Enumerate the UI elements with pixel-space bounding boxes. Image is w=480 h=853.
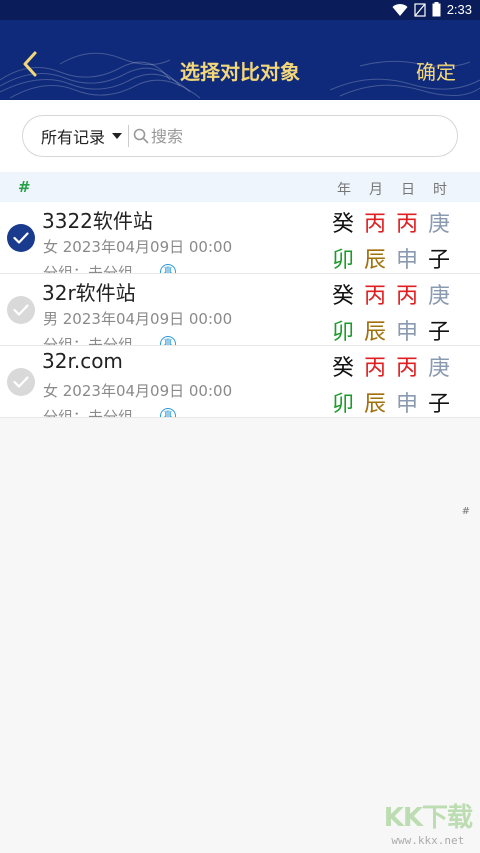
search-icon bbox=[133, 128, 149, 144]
status-time: 2:33 bbox=[446, 2, 472, 17]
hour-stem: 庚 bbox=[427, 284, 450, 309]
confirm-button[interactable]: 确定 bbox=[416, 56, 456, 85]
month-branch: 辰 bbox=[363, 320, 386, 345]
year-branch: 卯 bbox=[331, 320, 354, 345]
hour-branch: 子 bbox=[427, 320, 450, 345]
year-branch: 卯 bbox=[331, 248, 354, 273]
wifi-icon bbox=[392, 3, 408, 16]
search-field bbox=[133, 125, 457, 147]
watermark-url: www.kkx.net bbox=[391, 834, 465, 847]
true-time-badge: 真 bbox=[160, 336, 176, 345]
hour-stem: 庚 bbox=[427, 356, 450, 381]
col-hour: 时 bbox=[433, 182, 447, 198]
side-index-bar[interactable]: # bbox=[462, 506, 470, 517]
checkmark-icon bbox=[13, 376, 29, 388]
column-header: # 年 月 日 时 bbox=[0, 172, 480, 202]
app-header: 选择对比对象 确定 bbox=[0, 20, 480, 100]
list-item[interactable]: 3322软件站 女 2023年04月09日 00:00 分组：未分组 真 癸 丙… bbox=[0, 202, 480, 274]
month-branch: 辰 bbox=[363, 392, 386, 417]
record-list: 3322软件站 女 2023年04月09日 00:00 分组：未分组 真 癸 丙… bbox=[0, 202, 480, 418]
checkmark-icon bbox=[13, 232, 29, 244]
list-item[interactable]: 32r软件站 男 2023年04月09日 00:00 分组：未分组 真 癸 丙 … bbox=[0, 274, 480, 346]
search-input[interactable] bbox=[149, 125, 434, 147]
checkmark-icon bbox=[13, 304, 29, 316]
record-name: 3322软件站 bbox=[42, 209, 153, 233]
list-item[interactable]: 32r.com 女 2023年04月09日 00:00 分组：未分组 真 癸 丙… bbox=[0, 346, 480, 418]
record-meta: 女 2023年04月09日 00:00 bbox=[43, 238, 233, 256]
select-checkbox[interactable] bbox=[7, 368, 35, 396]
filter-label: 所有记录 bbox=[41, 128, 106, 147]
year-stem: 癸 bbox=[331, 284, 354, 309]
day-stem: 丙 bbox=[395, 356, 418, 381]
record-group: 分组：未分组 bbox=[43, 408, 134, 418]
search-divider bbox=[128, 125, 130, 147]
select-checkbox[interactable] bbox=[7, 224, 35, 252]
index-header: # bbox=[18, 178, 31, 196]
page-title: 选择对比对象 bbox=[180, 60, 300, 84]
day-stem: 丙 bbox=[395, 212, 418, 237]
caret-down-icon bbox=[112, 133, 123, 139]
hour-branch: 子 bbox=[427, 248, 450, 273]
battery-icon bbox=[432, 2, 441, 17]
select-checkbox[interactable] bbox=[7, 296, 35, 324]
day-branch: 申 bbox=[395, 392, 418, 417]
search-box: 所有记录 bbox=[22, 115, 458, 157]
month-branch: 辰 bbox=[363, 248, 386, 273]
status-bar: 2:33 bbox=[0, 0, 480, 20]
month-stem: 丙 bbox=[363, 212, 386, 237]
day-branch: 申 bbox=[395, 320, 418, 345]
month-stem: 丙 bbox=[363, 356, 386, 381]
col-day: 日 bbox=[401, 182, 415, 198]
no-signal-icon bbox=[414, 2, 426, 17]
record-group: 分组：未分组 bbox=[43, 336, 134, 346]
year-stem: 癸 bbox=[331, 356, 354, 381]
watermark-logo: KK下载 bbox=[383, 803, 473, 833]
day-branch: 申 bbox=[395, 248, 418, 273]
record-name: 32r.com bbox=[42, 349, 123, 373]
true-time-badge: 真 bbox=[160, 408, 176, 417]
year-branch: 卯 bbox=[331, 392, 354, 417]
record-group: 分组：未分组 bbox=[43, 264, 134, 274]
true-time-badge: 真 bbox=[160, 264, 176, 273]
record-meta: 男 2023年04月09日 00:00 bbox=[43, 310, 233, 328]
status-icons: 2:33 bbox=[392, 2, 472, 17]
day-stem: 丙 bbox=[395, 284, 418, 309]
watermark: KK下载 www.kkx.net bbox=[383, 797, 473, 847]
record-name: 32r软件站 bbox=[42, 281, 136, 305]
col-year: 年 bbox=[337, 182, 351, 198]
search-section: 所有记录 bbox=[0, 100, 480, 172]
col-month: 月 bbox=[369, 182, 383, 198]
month-stem: 丙 bbox=[363, 284, 386, 309]
year-stem: 癸 bbox=[331, 212, 354, 237]
hour-branch: 子 bbox=[427, 392, 450, 417]
record-filter-dropdown[interactable]: 所有记录 bbox=[23, 124, 123, 148]
record-meta: 女 2023年04月09日 00:00 bbox=[43, 382, 233, 400]
hour-stem: 庚 bbox=[427, 212, 450, 237]
